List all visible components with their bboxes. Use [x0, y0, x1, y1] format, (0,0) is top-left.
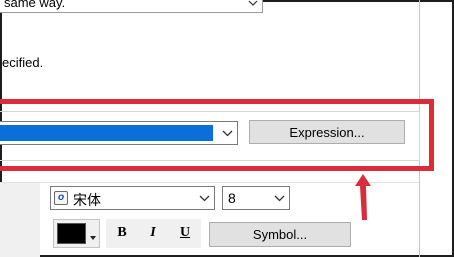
highlight-box — [0, 99, 434, 171]
description-text: ecified. — [2, 55, 44, 70]
dropdown-arrow-icon — [89, 230, 97, 240]
underline-button[interactable]: U — [174, 223, 196, 243]
font-dropdown[interactable]: o 宋体 — [50, 186, 215, 210]
text-format-group: B I U — [106, 219, 201, 248]
symbol-button[interactable]: Symbol... — [209, 222, 351, 247]
font-size-value: 8 — [228, 190, 236, 206]
red-arrow-icon — [355, 174, 371, 220]
font-name: 宋体 — [73, 192, 101, 208]
text-color-picker[interactable] — [53, 219, 100, 248]
top-dropdown-value: same way. — [4, 0, 66, 10]
font-size-dropdown[interactable]: 8 — [222, 186, 290, 210]
chevron-down-icon — [271, 190, 287, 206]
top-dropdown[interactable]: same way. — [0, 0, 263, 13]
left-panel — [0, 183, 40, 257]
italic-button[interactable]: I — [142, 223, 164, 243]
text-color-swatch — [57, 223, 86, 244]
chevron-down-icon — [196, 190, 212, 206]
chevron-down-icon — [246, 0, 260, 10]
opentype-font-icon: o — [54, 191, 68, 205]
bold-button[interactable]: B — [111, 223, 133, 243]
